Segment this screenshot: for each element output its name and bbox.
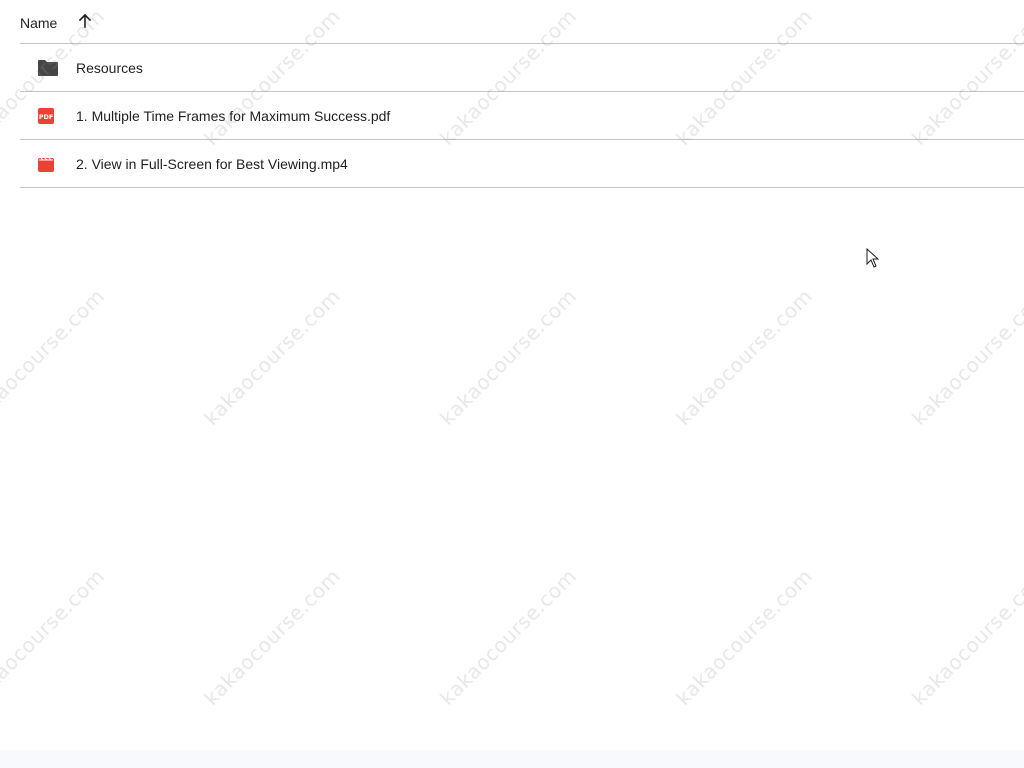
watermark-text: kakaocourse.com — [199, 563, 346, 710]
watermark-text: kakaocourse.com — [435, 283, 582, 430]
name-column-header[interactable]: Name — [20, 13, 57, 31]
sort-ascending-button[interactable] — [73, 9, 97, 33]
watermark-text: kakaocourse.com — [671, 563, 818, 710]
watermark-text: kakaocourse.com — [0, 563, 110, 710]
file-list: Name Resources PDF 1. Multiple Time Fram… — [20, 0, 1024, 188]
video-icon-wrap — [20, 155, 76, 173]
watermark-text: kakaocourse.com — [907, 563, 1024, 710]
pdf-icon-wrap: PDF — [20, 107, 76, 125]
arrow-upward-icon — [79, 13, 92, 28]
bottom-strip — [0, 750, 1024, 768]
watermark-text: kakaocourse.com — [907, 283, 1024, 430]
video-icon — [38, 157, 54, 172]
watermark-text: kakaocourse.com — [671, 283, 818, 430]
pdf-icon: PDF — [38, 107, 54, 124]
watermark-text: kakaocourse.com — [0, 283, 110, 430]
list-header: Name — [20, 0, 1024, 44]
file-browser-page: Name Resources PDF 1. Multiple Time Fram… — [0, 0, 1024, 768]
folder-icon — [38, 59, 58, 76]
list-item-video[interactable]: 2. View in Full-Screen for Best Viewing.… — [20, 140, 1024, 188]
watermark-text: kakaocourse.com — [435, 563, 582, 710]
svg-text:PDF: PDF — [39, 113, 54, 121]
watermark-text: kakaocourse.com — [199, 283, 346, 430]
list-item-pdf[interactable]: PDF 1. Multiple Time Frames for Maximum … — [20, 92, 1024, 140]
file-name: 1. Multiple Time Frames for Maximum Succ… — [76, 107, 391, 124]
file-name: 2. View in Full-Screen for Best Viewing.… — [76, 155, 348, 172]
list-item-folder[interactable]: Resources — [20, 44, 1024, 92]
folder-icon-wrap — [20, 59, 76, 77]
file-name: Resources — [76, 59, 143, 76]
mouse-cursor-icon — [866, 248, 880, 268]
